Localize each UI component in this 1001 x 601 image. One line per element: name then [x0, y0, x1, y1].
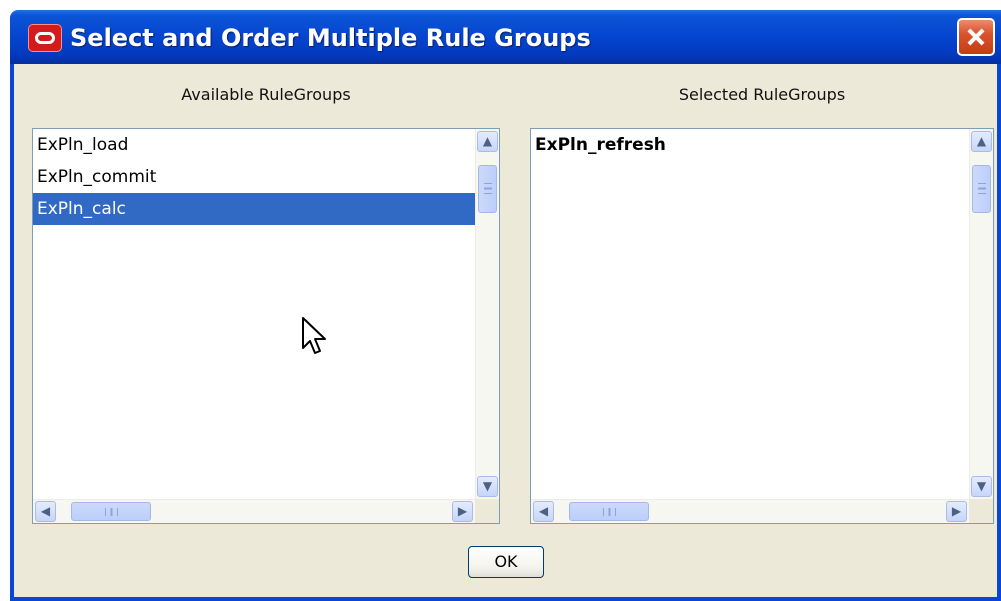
- scroll-left-icon[interactable]: ◀: [35, 501, 56, 522]
- dialog-body: Available RuleGroups Selected RuleGroups…: [10, 64, 1001, 601]
- mouse-pointer-icon: [302, 317, 326, 354]
- ok-button[interactable]: OK: [468, 546, 544, 578]
- list-item-selected[interactable]: ExPln_calc: [33, 193, 475, 225]
- horizontal-scroll-thumb[interactable]: [71, 502, 151, 521]
- vertical-scrollbar[interactable]: ▲ ▼: [475, 129, 499, 499]
- window-edge: [0, 10, 10, 601]
- horizontal-scroll-thumb[interactable]: [569, 502, 649, 521]
- window-title: Select and Order Multiple Rule Groups: [70, 24, 591, 52]
- available-rulegroups-list[interactable]: ExPln_load ExPln_commit ExPln_calc ▲ ▼ ◀…: [32, 128, 500, 524]
- list-item[interactable]: ExPln_refresh: [531, 129, 969, 161]
- list-item[interactable]: ExPln_load: [33, 129, 475, 161]
- vertical-scrollbar[interactable]: ▲ ▼: [969, 129, 993, 499]
- scroll-up-icon[interactable]: ▲: [971, 131, 992, 152]
- oracle-logo-icon: [28, 24, 62, 52]
- horizontal-scrollbar[interactable]: ◀ ▶: [33, 499, 475, 523]
- scroll-left-icon[interactable]: ◀: [533, 501, 554, 522]
- scroll-down-icon[interactable]: ▼: [477, 476, 498, 497]
- horizontal-scrollbar[interactable]: ◀ ▶: [531, 499, 969, 523]
- scroll-up-icon[interactable]: ▲: [477, 131, 498, 152]
- close-icon[interactable]: [957, 18, 995, 56]
- available-list-items: ExPln_load ExPln_commit ExPln_calc: [33, 129, 475, 499]
- selected-rulegroups-label: Selected RuleGroups: [678, 85, 846, 104]
- available-rulegroups-label: Available RuleGroups: [181, 85, 351, 104]
- list-item[interactable]: ExPln_commit: [33, 161, 475, 193]
- scroll-right-icon[interactable]: ▶: [946, 501, 967, 522]
- selected-list-items: ExPln_refresh: [531, 129, 969, 499]
- scrollbar-corner: [969, 499, 993, 523]
- scrollbar-corner: [475, 499, 499, 523]
- vertical-scroll-thumb[interactable]: [972, 165, 991, 213]
- vertical-scroll-thumb[interactable]: [478, 165, 497, 213]
- scroll-right-icon[interactable]: ▶: [452, 501, 473, 522]
- scroll-down-icon[interactable]: ▼: [971, 476, 992, 497]
- title-bar[interactable]: Select and Order Multiple Rule Groups: [10, 10, 1001, 64]
- rule-groups-dialog: Select and Order Multiple Rule Groups Av…: [0, 0, 1001, 601]
- selected-rulegroups-list[interactable]: ExPln_refresh ▲ ▼ ◀ ▶: [530, 128, 994, 524]
